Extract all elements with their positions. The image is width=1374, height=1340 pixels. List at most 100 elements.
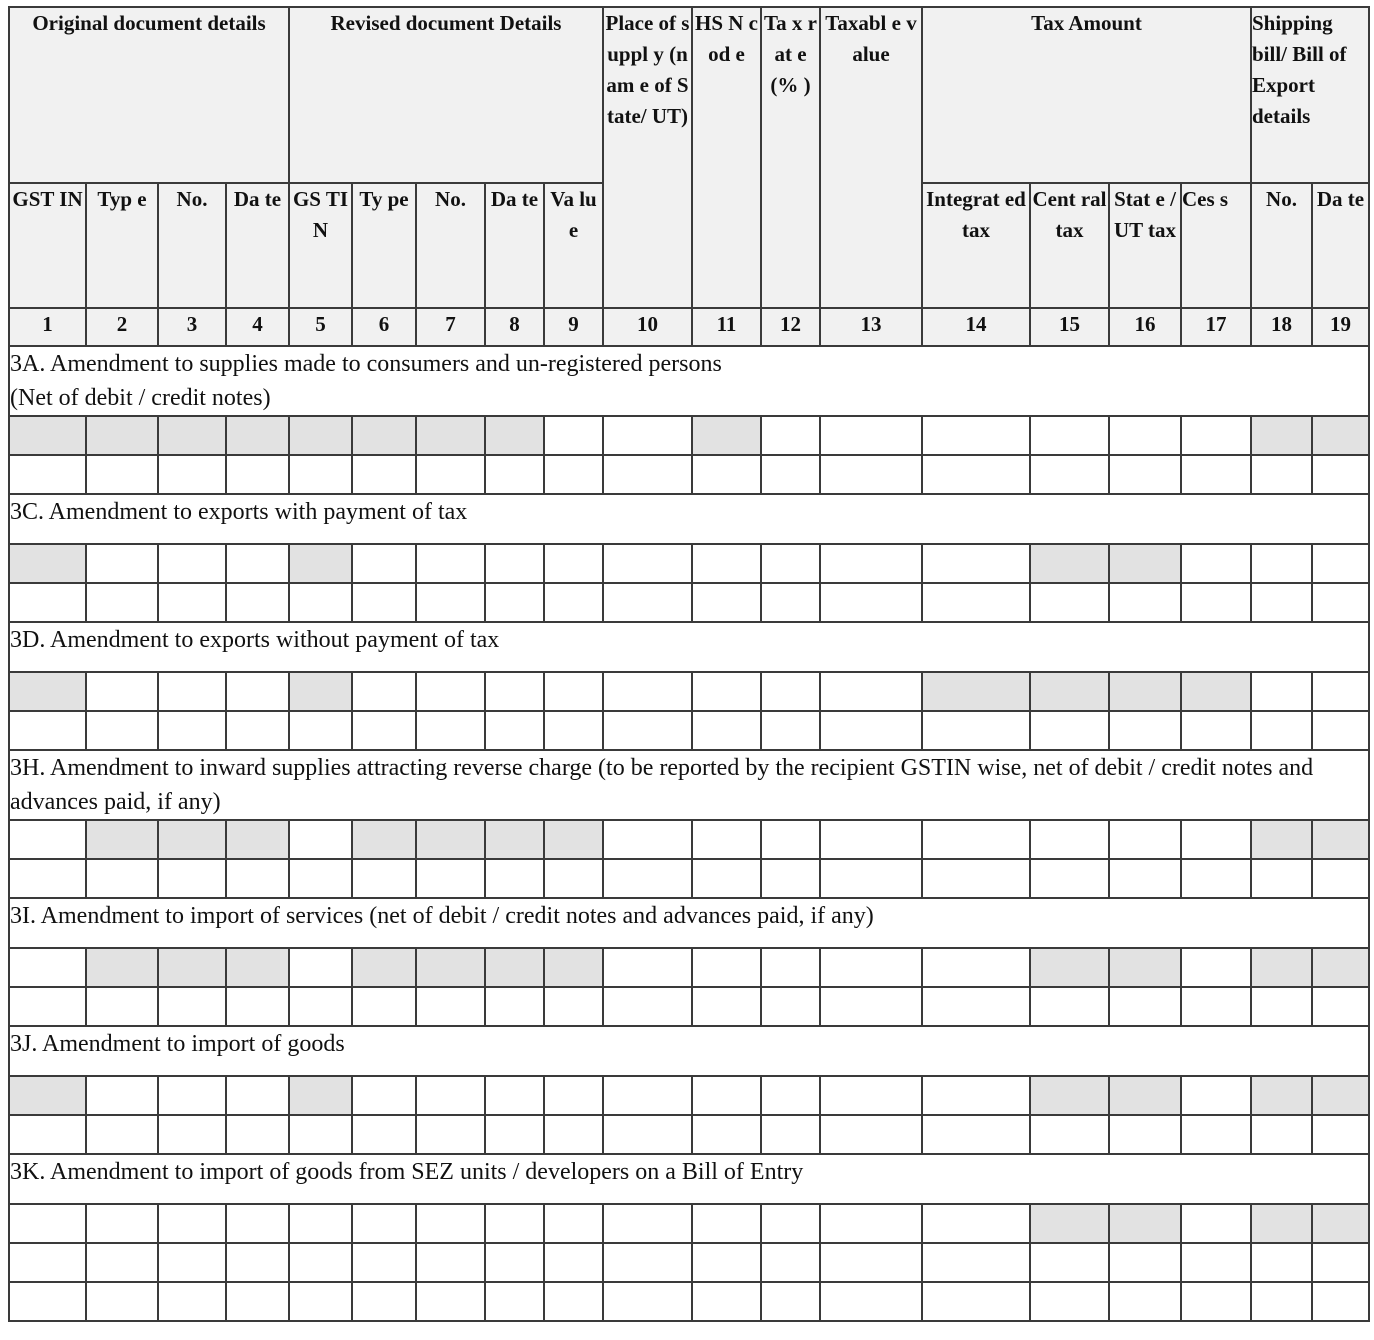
input-cell[interactable] xyxy=(1180,858,1252,899)
input-cell[interactable] xyxy=(1108,710,1182,751)
input-cell[interactable] xyxy=(157,582,227,623)
input-cell[interactable] xyxy=(819,454,923,495)
input-cell[interactable] xyxy=(1311,986,1370,1027)
input-cell[interactable] xyxy=(602,1114,693,1155)
input-cell[interactable] xyxy=(921,1114,1031,1155)
input-cell[interactable] xyxy=(1029,858,1110,899)
input-cell[interactable] xyxy=(157,1281,227,1322)
input-cell[interactable] xyxy=(351,1075,417,1116)
input-cell[interactable] xyxy=(819,858,923,899)
input-cell[interactable] xyxy=(819,819,923,860)
input-cell[interactable] xyxy=(602,858,693,899)
input-cell[interactable] xyxy=(760,986,821,1027)
input-cell[interactable] xyxy=(1180,947,1252,988)
input-cell[interactable] xyxy=(1250,454,1313,495)
input-cell[interactable] xyxy=(225,858,290,899)
input-cell[interactable] xyxy=(1311,1114,1370,1155)
input-cell[interactable] xyxy=(1311,671,1370,712)
input-cell[interactable] xyxy=(819,671,923,712)
input-cell[interactable] xyxy=(543,710,604,751)
input-cell[interactable] xyxy=(415,986,486,1027)
input-cell[interactable] xyxy=(760,454,821,495)
input-cell[interactable] xyxy=(1250,1242,1313,1283)
input-cell[interactable] xyxy=(157,543,227,584)
input-cell[interactable] xyxy=(8,858,87,899)
input-cell[interactable] xyxy=(8,947,87,988)
input-cell[interactable] xyxy=(543,543,604,584)
input-cell[interactable] xyxy=(85,858,159,899)
input-cell[interactable] xyxy=(602,454,693,495)
input-cell[interactable] xyxy=(157,671,227,712)
input-cell[interactable] xyxy=(602,986,693,1027)
input-cell[interactable] xyxy=(543,1075,604,1116)
input-cell[interactable] xyxy=(351,986,417,1027)
input-cell[interactable] xyxy=(1108,858,1182,899)
input-cell[interactable] xyxy=(351,582,417,623)
input-cell[interactable] xyxy=(691,1281,762,1322)
input-cell[interactable] xyxy=(1180,1242,1252,1283)
input-cell[interactable] xyxy=(1311,858,1370,899)
input-cell[interactable] xyxy=(288,819,353,860)
input-cell[interactable] xyxy=(691,671,762,712)
input-cell[interactable] xyxy=(1250,1281,1313,1322)
input-cell[interactable] xyxy=(760,710,821,751)
input-cell[interactable] xyxy=(157,710,227,751)
input-cell[interactable] xyxy=(1180,454,1252,495)
input-cell[interactable] xyxy=(921,454,1031,495)
input-cell[interactable] xyxy=(602,1075,693,1116)
input-cell[interactable] xyxy=(484,858,545,899)
input-cell[interactable] xyxy=(602,671,693,712)
input-cell[interactable] xyxy=(415,1075,486,1116)
input-cell[interactable] xyxy=(85,454,159,495)
input-cell[interactable] xyxy=(819,710,923,751)
input-cell[interactable] xyxy=(1250,543,1313,584)
input-cell[interactable] xyxy=(691,986,762,1027)
input-cell[interactable] xyxy=(921,947,1031,988)
input-cell[interactable] xyxy=(1029,1114,1110,1155)
input-cell[interactable] xyxy=(8,1281,87,1322)
input-cell[interactable] xyxy=(484,1281,545,1322)
input-cell[interactable] xyxy=(484,582,545,623)
input-cell[interactable] xyxy=(921,582,1031,623)
input-cell[interactable] xyxy=(85,671,159,712)
input-cell[interactable] xyxy=(351,1281,417,1322)
input-cell[interactable] xyxy=(543,858,604,899)
input-cell[interactable] xyxy=(351,671,417,712)
input-cell[interactable] xyxy=(8,454,87,495)
input-cell[interactable] xyxy=(288,1242,353,1283)
input-cell[interactable] xyxy=(760,1203,821,1244)
input-cell[interactable] xyxy=(85,1075,159,1116)
input-cell[interactable] xyxy=(415,1114,486,1155)
input-cell[interactable] xyxy=(760,1075,821,1116)
input-cell[interactable] xyxy=(225,710,290,751)
input-cell[interactable] xyxy=(85,1281,159,1322)
input-cell[interactable] xyxy=(1108,454,1182,495)
input-cell[interactable] xyxy=(543,582,604,623)
input-cell[interactable] xyxy=(1180,582,1252,623)
input-cell[interactable] xyxy=(760,1281,821,1322)
input-cell[interactable] xyxy=(8,986,87,1027)
input-cell[interactable] xyxy=(691,819,762,860)
input-cell[interactable] xyxy=(921,819,1031,860)
input-cell[interactable] xyxy=(602,710,693,751)
input-cell[interactable] xyxy=(8,819,87,860)
input-cell[interactable] xyxy=(602,415,693,456)
input-cell[interactable] xyxy=(484,543,545,584)
input-cell[interactable] xyxy=(543,1114,604,1155)
input-cell[interactable] xyxy=(602,582,693,623)
input-cell[interactable] xyxy=(543,986,604,1027)
input-cell[interactable] xyxy=(351,710,417,751)
input-cell[interactable] xyxy=(8,1203,87,1244)
input-cell[interactable] xyxy=(1029,986,1110,1027)
input-cell[interactable] xyxy=(760,582,821,623)
input-cell[interactable] xyxy=(484,1075,545,1116)
input-cell[interactable] xyxy=(157,1114,227,1155)
input-cell[interactable] xyxy=(1108,819,1182,860)
input-cell[interactable] xyxy=(921,415,1031,456)
input-cell[interactable] xyxy=(1250,671,1313,712)
input-cell[interactable] xyxy=(921,1281,1031,1322)
input-cell[interactable] xyxy=(8,710,87,751)
input-cell[interactable] xyxy=(351,1242,417,1283)
input-cell[interactable] xyxy=(691,1203,762,1244)
input-cell[interactable] xyxy=(415,1281,486,1322)
